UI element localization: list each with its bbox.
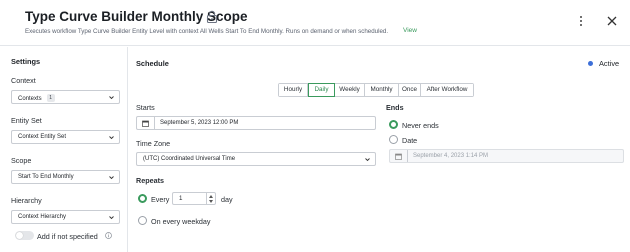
frequency-after-workflow-button[interactable]: After Workflow [421, 84, 473, 96]
timezone-label: Time Zone [136, 139, 171, 148]
settings-heading: Settings [11, 57, 41, 66]
schedule-heading: Schedule [136, 59, 169, 68]
view-link[interactable]: View [403, 27, 417, 34]
decrement-arrow-icon[interactable] [209, 199, 213, 203]
dialog-header: Type Curve Builder Monthly Scope Execute… [0, 0, 630, 46]
schedule-panel: Schedule Active Hourly Daily Weekly Mont… [129, 47, 630, 252]
frequency-monthly-button[interactable]: Monthly [365, 84, 399, 96]
frequency-weekly-button[interactable]: Weekly [335, 84, 365, 96]
end-date-value: September 4, 2023 1:14 PM [413, 153, 489, 159]
page-subtitle: Executes workflow Type Curve Builder Ent… [25, 28, 389, 35]
chevron-down-icon [365, 158, 370, 162]
end-date-radio[interactable] [389, 135, 398, 144]
add-if-not-specified-toggle[interactable] [15, 231, 34, 240]
chevron-down-icon [109, 176, 114, 180]
calendar-icon [395, 153, 402, 160]
weekday-label: On every weekday [151, 217, 211, 226]
scope-select[interactable]: Start To End Monthly [11, 170, 120, 184]
entity-set-select[interactable]: Context Entity Set [11, 130, 120, 144]
repeat-interval-stepper[interactable]: 1 [172, 192, 216, 205]
repeat-every-radio[interactable] [138, 194, 147, 203]
repeats-label: Repeats [136, 176, 164, 185]
weekday-radio[interactable] [138, 216, 147, 225]
scope-label: Scope [11, 156, 32, 165]
frequency-selector: Hourly Daily Weekly Monthly Once After W… [278, 83, 474, 97]
hierarchy-value: Context Hierarchy [18, 214, 67, 220]
chevron-down-icon [109, 216, 114, 220]
hierarchy-label: Hierarchy [11, 196, 42, 205]
never-ends-label: Never ends [402, 121, 439, 130]
never-ends-radio[interactable] [389, 120, 398, 129]
toggle-label: Add if not specified [37, 232, 98, 241]
chevron-down-icon [109, 96, 114, 100]
hierarchy-select[interactable]: Context Hierarchy [11, 210, 120, 224]
entity-set-value: Context Entity Set [18, 134, 67, 140]
lock-icon [206, 10, 218, 23]
repeat-interval-value: 1 [179, 195, 183, 202]
chevron-down-icon [109, 136, 114, 140]
context-count-badge: 1 [46, 94, 55, 102]
frequency-hourly-button[interactable]: Hourly [279, 84, 308, 96]
status-label: Active [599, 59, 620, 68]
start-date-value: September 5, 2023 12:00 PM [160, 120, 239, 126]
scope-value: Start To End Monthly [18, 174, 74, 180]
start-date-input[interactable]: September 5, 2023 12:00 PM [136, 116, 376, 130]
settings-sidebar: Settings Context Contexts 1 Entity Set Co… [0, 47, 128, 252]
timezone-value: (UTC) Coordinated Universal Time [143, 156, 236, 162]
context-label: Context [11, 76, 36, 85]
end-date-input[interactable]: September 4, 2023 1:14 PM [389, 149, 624, 163]
starts-label: Starts [136, 103, 155, 112]
increment-arrow-icon[interactable] [209, 195, 213, 198]
entity-set-label: Entity Set [11, 116, 42, 125]
date-label: Date [402, 136, 418, 145]
context-select[interactable]: Contexts 1 [11, 90, 120, 104]
every-label: Every [151, 195, 170, 204]
frequency-once-button[interactable]: Once [399, 84, 421, 96]
toggle-knob [16, 232, 23, 239]
more-options-icon[interactable] [577, 15, 585, 27]
interval-unit-label: day [221, 195, 233, 204]
context-value: Contexts [18, 96, 42, 102]
frequency-daily-button[interactable]: Daily [308, 83, 335, 97]
calendar-icon [142, 120, 149, 127]
info-icon[interactable] [105, 232, 112, 239]
timezone-select[interactable]: (UTC) Coordinated Universal Time [136, 152, 376, 166]
ends-label: Ends [386, 103, 404, 112]
close-icon[interactable] [606, 15, 618, 27]
status-dot [588, 61, 593, 66]
